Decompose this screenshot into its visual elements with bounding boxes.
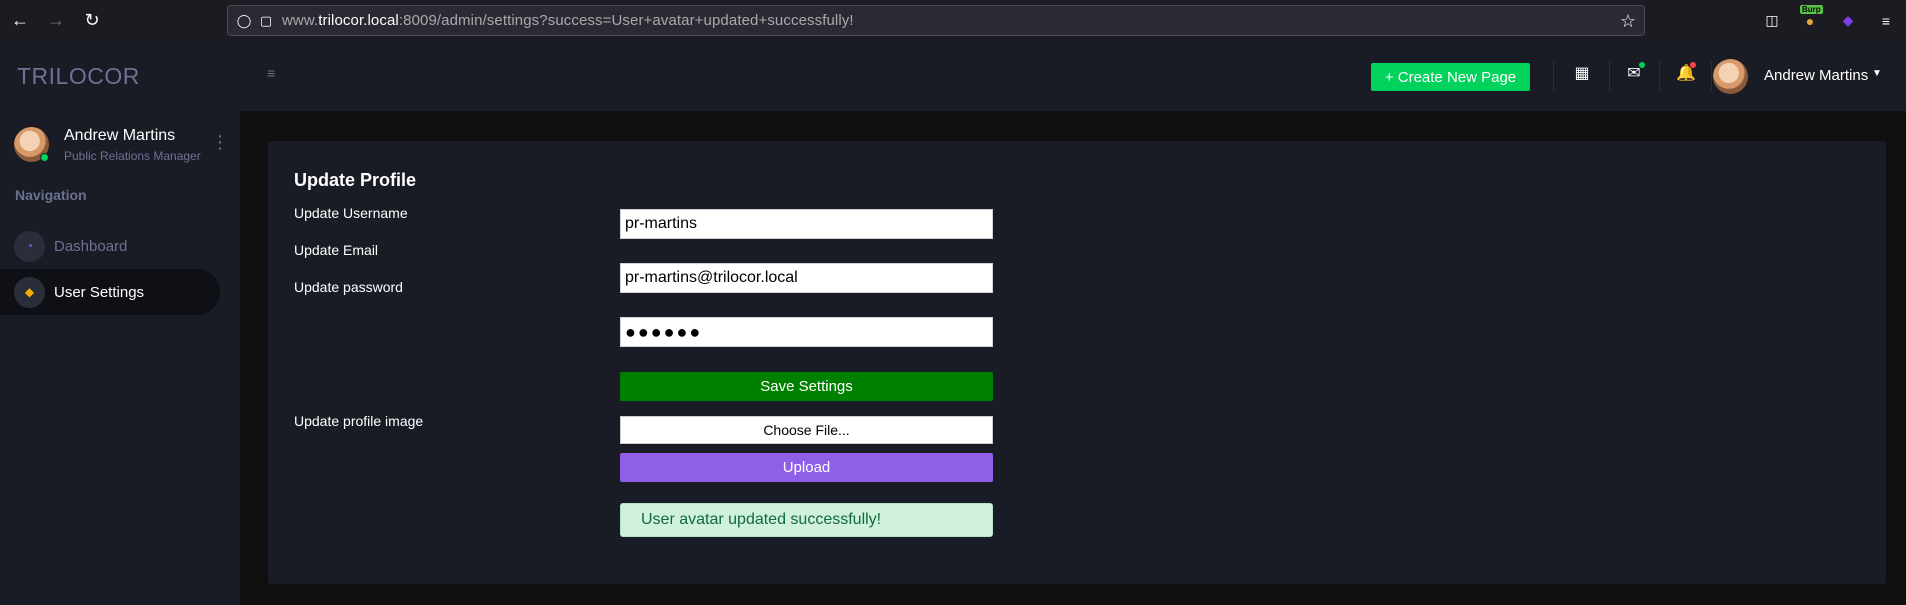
hamburger-menu-icon[interactable]: ≡ (267, 65, 275, 81)
divider (1609, 61, 1610, 91)
url-rest: :8009/admin/settings?success=User+avatar… (398, 12, 854, 29)
bell-icon[interactable]: 🔔 (1675, 62, 1697, 84)
url-text[interactable]: www.trilocor.local:8009/admin/settings?s… (282, 12, 854, 29)
profile-role: Public Relations Manager (64, 148, 201, 163)
password-field[interactable]: ●●●●●● (620, 317, 993, 347)
back-icon[interactable]: ← (8, 8, 32, 32)
update-profile-card: Update Profile Update Username Update Em… (268, 141, 1886, 584)
avatar (14, 127, 49, 162)
apps-grid-icon[interactable]: ▦ (1571, 62, 1593, 84)
main-content: Update Profile Update Username Update Em… (240, 111, 1906, 605)
url-host: trilocor.local (318, 12, 399, 29)
lock-icon[interactable]: ▢ (258, 13, 274, 29)
username-field[interactable]: pr-martins (620, 209, 993, 239)
username-label: Update Username (294, 205, 408, 221)
profile-image-label: Update profile image (294, 413, 424, 429)
tracking-shield-icon[interactable]: ◯ (236, 13, 252, 29)
browser-toolbar: ← → ↻ ◯ ▢ www.trilocor.local:8009/admin/… (0, 0, 1906, 41)
create-new-page-button[interactable]: + Create New Page (1371, 63, 1530, 91)
sidebar-item-label: Dashboard (54, 237, 128, 255)
online-status-dot (40, 153, 49, 162)
navbar-user-name[interactable]: Andrew Martins (1764, 67, 1868, 84)
divider (1659, 61, 1660, 91)
bookmark-star-icon[interactable]: ☆ (1620, 11, 1636, 32)
sidebar-profile: Andrew Martins Public Relations Manager … (14, 122, 229, 167)
sidebar: TRILOCOR Andrew Martins Public Relations… (0, 41, 240, 605)
profile-name: Andrew Martins (64, 126, 176, 144)
forward-icon[interactable]: → (44, 8, 68, 32)
reload-icon[interactable]: ↻ (80, 8, 104, 32)
navbar-avatar[interactable] (1713, 59, 1748, 94)
unread-dot (1639, 62, 1645, 68)
email-label: Update Email (294, 242, 379, 258)
caret-down-icon[interactable]: ▼ (1872, 68, 1882, 79)
nav-category-label: Navigation (15, 187, 87, 203)
more-vertical-icon[interactable]: ⋮ (211, 132, 229, 153)
app-menu-icon[interactable]: ≡ (1876, 11, 1896, 31)
success-alert: User avatar updated successfully! (620, 503, 993, 537)
divider (1711, 61, 1712, 91)
password-label: Update password (294, 279, 403, 295)
url-prefix: www. (282, 12, 319, 29)
divider (1553, 61, 1554, 91)
pocket-icon[interactable]: ◫ (1762, 11, 1782, 31)
brand-logo[interactable]: TRILOCOR (17, 63, 140, 90)
extension-cube-icon[interactable]: ◆ (1838, 11, 1858, 31)
mail-icon[interactable]: ✉ (1623, 62, 1645, 84)
save-settings-button[interactable]: Save Settings (620, 372, 993, 401)
choose-file-button[interactable]: Choose File... (620, 416, 993, 444)
burp-badge: Burp (1800, 4, 1823, 14)
top-navbar: ≡ + Create New Page ▦ ✉ 🔔 Andrew Martins… (240, 41, 1906, 111)
card-title: Update Profile (294, 170, 417, 190)
upload-button[interactable]: Upload (620, 453, 993, 482)
speedometer-icon: ◔ (14, 230, 45, 262)
burp-extension-icon[interactable]: Burp ● (1800, 4, 1823, 31)
address-bar[interactable]: ◯ ▢ www.trilocor.local:8009/admin/settin… (227, 5, 1645, 36)
notification-dot (1690, 62, 1696, 68)
sidebar-item-label: User Settings (54, 283, 145, 301)
shield-icon: ◆ (14, 276, 45, 308)
email-field[interactable]: pr-martins@trilocor.local (620, 263, 993, 293)
sidebar-item-user-settings[interactable]: ◆ User Settings (0, 269, 220, 315)
sidebar-item-dashboard[interactable]: ◔ Dashboard (0, 223, 220, 269)
